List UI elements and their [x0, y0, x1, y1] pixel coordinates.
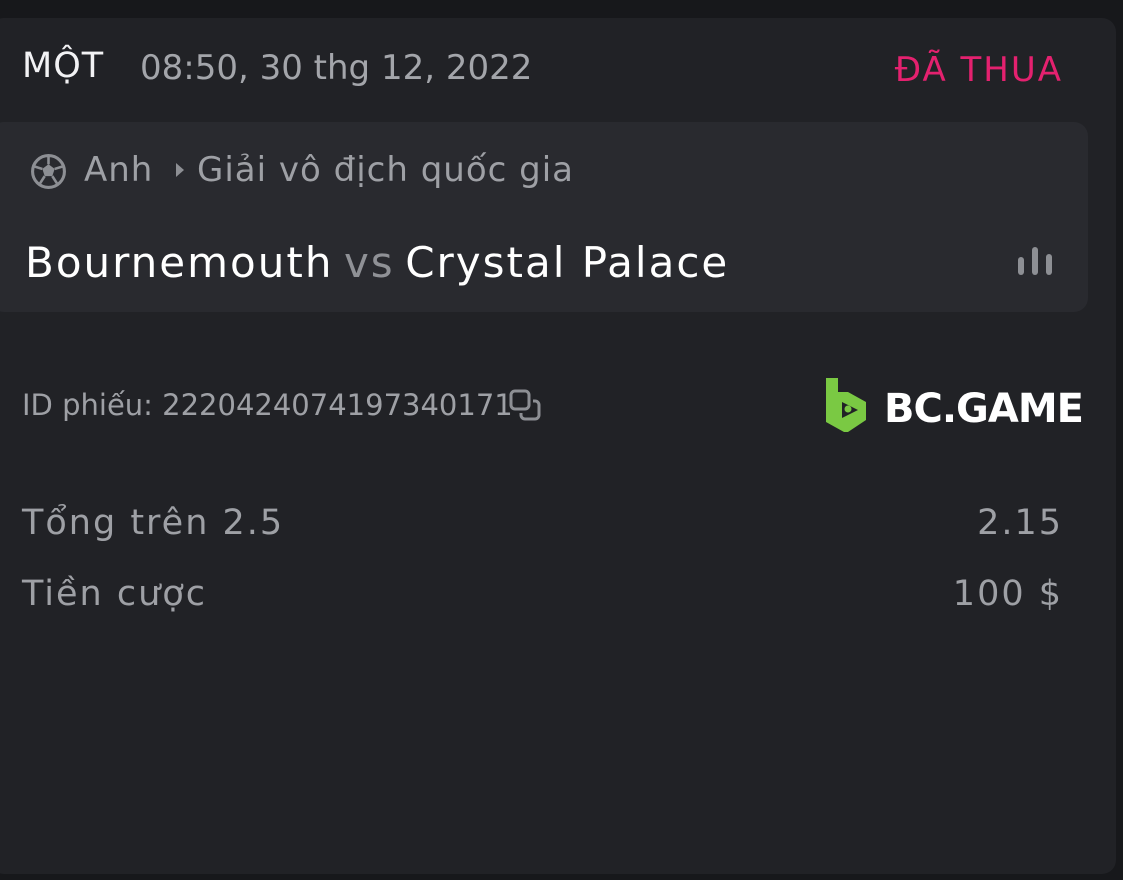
brand-name: BC.GAME [884, 386, 1084, 432]
bar-chart-icon[interactable] [1017, 245, 1053, 275]
breadcrumb-country: Anh [84, 150, 154, 190]
ticket-id: ID phiếu: 2220424074197340171 [22, 388, 513, 422]
vs-label: vs [343, 238, 395, 287]
away-team: Crystal Palace [405, 238, 730, 287]
home-team: Bournemouth [25, 238, 334, 287]
bet-type-label: MỘT [22, 46, 105, 86]
selection-label: Tổng trên 2.5 [22, 503, 285, 543]
stake-label: Tiền cược [22, 574, 207, 614]
copy-icon[interactable] [508, 388, 542, 422]
odds-value: 2.15 [977, 503, 1063, 543]
stake-value: 100 $ [952, 574, 1063, 614]
breadcrumb-caret-icon [176, 163, 184, 177]
soccer-ball-icon [31, 154, 66, 189]
bet-datetime: 08:50, 30 thg 12, 2022 [140, 48, 533, 88]
bc-game-logo-icon [826, 378, 866, 432]
breadcrumb-league: Giải vô địch quốc gia [197, 150, 574, 190]
match-teams: Bournemouth vs Crystal Palace [25, 238, 729, 287]
bet-status-badge: ĐÃ THUA [894, 50, 1063, 90]
